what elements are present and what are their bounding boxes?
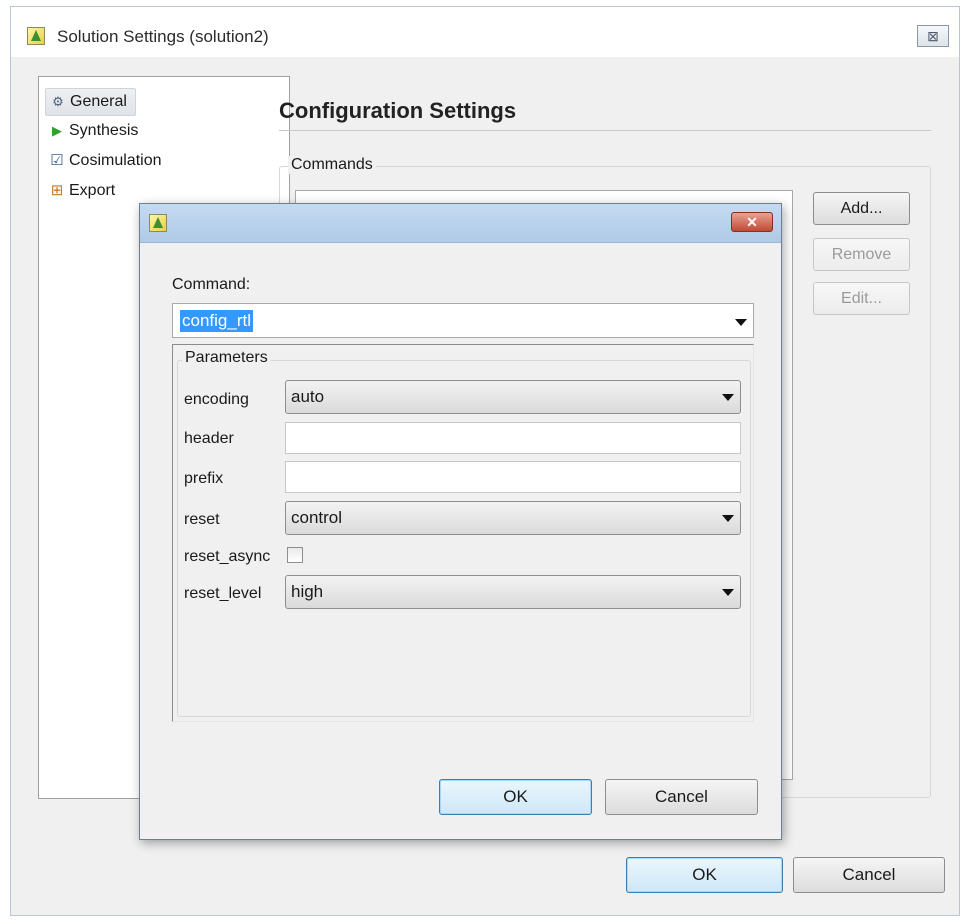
encoding-label: encoding (184, 391, 249, 408)
reset-value: control (291, 508, 343, 527)
reset-level-value: high (291, 582, 324, 601)
window-close-button[interactable]: ⊠ (917, 25, 949, 47)
checkbox-icon: ☑ (50, 152, 64, 169)
window-title: Solution Settings (solution2) (57, 27, 269, 46)
dialog-titlebar: ✕ (140, 204, 781, 243)
reset-level-label: reset_level (184, 585, 262, 602)
nav-item-label: General (70, 93, 127, 110)
prefix-label: prefix (184, 470, 224, 487)
command-combobox[interactable]: config_rtl (172, 303, 754, 338)
export-icon: ⊞ (50, 182, 64, 199)
nav-item-label: Synthesis (69, 122, 139, 139)
edit-button[interactable]: Edit... (813, 282, 910, 315)
encoding-value: auto (291, 387, 325, 406)
nav-item-label: Cosimulation (69, 152, 162, 169)
gear-icon: ⚙ (52, 94, 64, 109)
command-value[interactable]: config_rtl (180, 310, 253, 332)
header-input[interactable] (285, 422, 741, 454)
cancel-button[interactable]: Cancel (793, 857, 945, 893)
reset-select[interactable]: control (285, 501, 741, 535)
remove-button[interactable]: Remove (813, 238, 910, 271)
header-label: header (184, 430, 234, 447)
app-logo-icon (149, 214, 167, 232)
app-logo-icon (27, 27, 45, 45)
prefix-input[interactable] (285, 461, 741, 493)
title-divider (279, 130, 931, 131)
commands-legend: Commands (288, 156, 376, 174)
reset-level-select[interactable]: high (285, 575, 741, 609)
nav-item-general[interactable]: ⚙ General (45, 88, 136, 116)
parameters-legend: Parameters (182, 349, 271, 367)
chevron-down-icon[interactable] (735, 319, 747, 326)
nav-item-export[interactable]: ⊞ Export (45, 178, 123, 204)
nav-item-label: Export (69, 182, 116, 199)
chevron-down-icon (722, 394, 734, 401)
encoding-select[interactable]: auto (285, 380, 741, 414)
dialog-ok-button[interactable]: OK (439, 779, 592, 815)
reset-async-label: reset_async (184, 548, 271, 565)
reset-label: reset (184, 511, 220, 528)
dialog-cancel-button[interactable]: Cancel (605, 779, 758, 815)
dialog-close-button[interactable]: ✕ (731, 212, 773, 232)
reset-async-checkbox[interactable] (287, 547, 303, 563)
ok-button[interactable]: OK (626, 857, 783, 893)
play-icon: ▶ (52, 123, 62, 138)
chevron-down-icon (722, 589, 734, 596)
chevron-down-icon (722, 515, 734, 522)
window-titlebar: Solution Settings (solution2) ⊠ (11, 7, 959, 57)
nav-item-synthesis[interactable]: ▶ Synthesis (45, 118, 146, 144)
command-label: Command: (172, 276, 251, 293)
nav-item-cosimulation[interactable]: ☑ Cosimulation (45, 148, 169, 174)
add-button[interactable]: Add... (813, 192, 910, 225)
page-title: Configuration Settings (279, 98, 517, 123)
